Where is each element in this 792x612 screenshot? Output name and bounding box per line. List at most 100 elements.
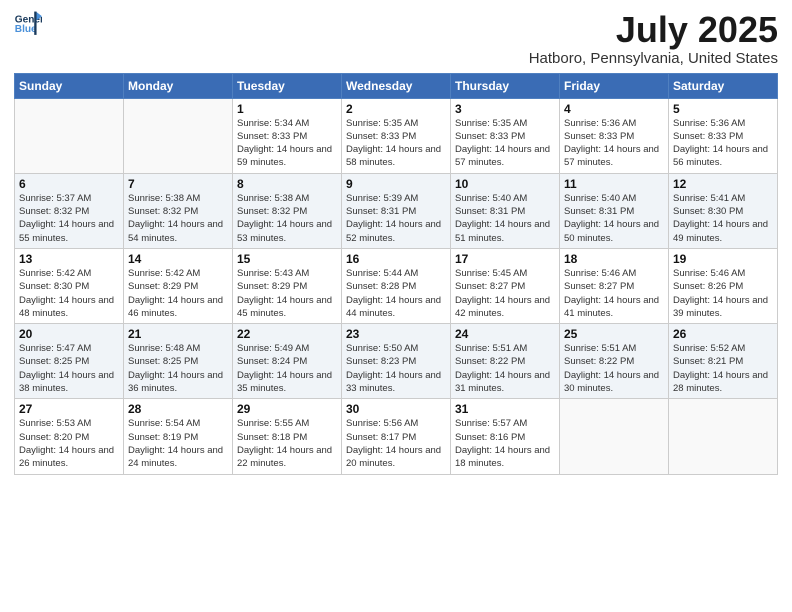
calendar-cell: 3Sunrise: 5:35 AM Sunset: 8:33 PM Daylig… <box>451 98 560 173</box>
day-info: Sunrise: 5:42 AM Sunset: 8:29 PM Dayligh… <box>128 267 228 320</box>
day-number: 2 <box>346 102 446 116</box>
day-info: Sunrise: 5:44 AM Sunset: 8:28 PM Dayligh… <box>346 267 446 320</box>
day-info: Sunrise: 5:36 AM Sunset: 8:33 PM Dayligh… <box>564 117 664 170</box>
day-number: 8 <box>237 177 337 191</box>
day-info: Sunrise: 5:35 AM Sunset: 8:33 PM Dayligh… <box>346 117 446 170</box>
day-info: Sunrise: 5:52 AM Sunset: 8:21 PM Dayligh… <box>673 342 773 395</box>
calendar-cell: 23Sunrise: 5:50 AM Sunset: 8:23 PM Dayli… <box>342 324 451 399</box>
day-number: 10 <box>455 177 555 191</box>
calendar-header-row: SundayMondayTuesdayWednesdayThursdayFrid… <box>15 73 778 98</box>
day-number: 4 <box>564 102 664 116</box>
day-info: Sunrise: 5:54 AM Sunset: 8:19 PM Dayligh… <box>128 417 228 470</box>
calendar-cell: 18Sunrise: 5:46 AM Sunset: 8:27 PM Dayli… <box>560 248 669 323</box>
day-info: Sunrise: 5:50 AM Sunset: 8:23 PM Dayligh… <box>346 342 446 395</box>
day-info: Sunrise: 5:37 AM Sunset: 8:32 PM Dayligh… <box>19 192 119 245</box>
logo-area: General Blue <box>14 10 42 38</box>
main-title: July 2025 <box>529 10 778 50</box>
calendar-cell: 25Sunrise: 5:51 AM Sunset: 8:22 PM Dayli… <box>560 324 669 399</box>
page: General Blue July 2025 Hatboro, Pennsylv… <box>0 0 792 612</box>
day-info: Sunrise: 5:42 AM Sunset: 8:30 PM Dayligh… <box>19 267 119 320</box>
calendar-cell <box>124 98 233 173</box>
calendar-cell: 6Sunrise: 5:37 AM Sunset: 8:32 PM Daylig… <box>15 173 124 248</box>
day-info: Sunrise: 5:47 AM Sunset: 8:25 PM Dayligh… <box>19 342 119 395</box>
calendar-week-row: 6Sunrise: 5:37 AM Sunset: 8:32 PM Daylig… <box>15 173 778 248</box>
day-info: Sunrise: 5:35 AM Sunset: 8:33 PM Dayligh… <box>455 117 555 170</box>
day-info: Sunrise: 5:49 AM Sunset: 8:24 PM Dayligh… <box>237 342 337 395</box>
day-number: 26 <box>673 327 773 341</box>
day-number: 29 <box>237 402 337 416</box>
day-number: 18 <box>564 252 664 266</box>
calendar-week-row: 13Sunrise: 5:42 AM Sunset: 8:30 PM Dayli… <box>15 248 778 323</box>
calendar-cell: 21Sunrise: 5:48 AM Sunset: 8:25 PM Dayli… <box>124 324 233 399</box>
calendar-cell: 7Sunrise: 5:38 AM Sunset: 8:32 PM Daylig… <box>124 173 233 248</box>
calendar-cell: 14Sunrise: 5:42 AM Sunset: 8:29 PM Dayli… <box>124 248 233 323</box>
day-number: 31 <box>455 402 555 416</box>
sub-title: Hatboro, Pennsylvania, United States <box>529 50 778 67</box>
day-number: 23 <box>346 327 446 341</box>
day-info: Sunrise: 5:43 AM Sunset: 8:29 PM Dayligh… <box>237 267 337 320</box>
logo-icon: General Blue <box>14 10 42 38</box>
day-number: 21 <box>128 327 228 341</box>
calendar-cell: 15Sunrise: 5:43 AM Sunset: 8:29 PM Dayli… <box>233 248 342 323</box>
day-number: 20 <box>19 327 119 341</box>
calendar-cell: 24Sunrise: 5:51 AM Sunset: 8:22 PM Dayli… <box>451 324 560 399</box>
day-info: Sunrise: 5:34 AM Sunset: 8:33 PM Dayligh… <box>237 117 337 170</box>
calendar-cell: 17Sunrise: 5:45 AM Sunset: 8:27 PM Dayli… <box>451 248 560 323</box>
weekday-header-tuesday: Tuesday <box>233 73 342 98</box>
day-number: 3 <box>455 102 555 116</box>
day-info: Sunrise: 5:36 AM Sunset: 8:33 PM Dayligh… <box>673 117 773 170</box>
day-number: 14 <box>128 252 228 266</box>
calendar-table: SundayMondayTuesdayWednesdayThursdayFrid… <box>14 73 778 475</box>
day-number: 28 <box>128 402 228 416</box>
day-number: 16 <box>346 252 446 266</box>
day-number: 22 <box>237 327 337 341</box>
calendar-cell: 13Sunrise: 5:42 AM Sunset: 8:30 PM Dayli… <box>15 248 124 323</box>
day-number: 12 <box>673 177 773 191</box>
calendar-cell: 12Sunrise: 5:41 AM Sunset: 8:30 PM Dayli… <box>669 173 778 248</box>
header: General Blue July 2025 Hatboro, Pennsylv… <box>14 10 778 67</box>
svg-text:Blue: Blue <box>15 24 37 35</box>
day-info: Sunrise: 5:38 AM Sunset: 8:32 PM Dayligh… <box>128 192 228 245</box>
day-info: Sunrise: 5:51 AM Sunset: 8:22 PM Dayligh… <box>455 342 555 395</box>
calendar-cell: 5Sunrise: 5:36 AM Sunset: 8:33 PM Daylig… <box>669 98 778 173</box>
day-info: Sunrise: 5:57 AM Sunset: 8:16 PM Dayligh… <box>455 417 555 470</box>
day-info: Sunrise: 5:39 AM Sunset: 8:31 PM Dayligh… <box>346 192 446 245</box>
calendar-cell: 27Sunrise: 5:53 AM Sunset: 8:20 PM Dayli… <box>15 399 124 474</box>
day-number: 6 <box>19 177 119 191</box>
calendar-cell <box>560 399 669 474</box>
weekday-header-friday: Friday <box>560 73 669 98</box>
day-number: 27 <box>19 402 119 416</box>
day-number: 11 <box>564 177 664 191</box>
day-number: 30 <box>346 402 446 416</box>
calendar-week-row: 1Sunrise: 5:34 AM Sunset: 8:33 PM Daylig… <box>15 98 778 173</box>
calendar-cell: 2Sunrise: 5:35 AM Sunset: 8:33 PM Daylig… <box>342 98 451 173</box>
weekday-header-saturday: Saturday <box>669 73 778 98</box>
calendar-cell: 30Sunrise: 5:56 AM Sunset: 8:17 PM Dayli… <box>342 399 451 474</box>
day-info: Sunrise: 5:46 AM Sunset: 8:26 PM Dayligh… <box>673 267 773 320</box>
day-info: Sunrise: 5:41 AM Sunset: 8:30 PM Dayligh… <box>673 192 773 245</box>
day-info: Sunrise: 5:55 AM Sunset: 8:18 PM Dayligh… <box>237 417 337 470</box>
day-info: Sunrise: 5:45 AM Sunset: 8:27 PM Dayligh… <box>455 267 555 320</box>
calendar-cell: 22Sunrise: 5:49 AM Sunset: 8:24 PM Dayli… <box>233 324 342 399</box>
day-info: Sunrise: 5:48 AM Sunset: 8:25 PM Dayligh… <box>128 342 228 395</box>
weekday-header-thursday: Thursday <box>451 73 560 98</box>
calendar-cell: 11Sunrise: 5:40 AM Sunset: 8:31 PM Dayli… <box>560 173 669 248</box>
day-info: Sunrise: 5:53 AM Sunset: 8:20 PM Dayligh… <box>19 417 119 470</box>
day-number: 17 <box>455 252 555 266</box>
weekday-header-monday: Monday <box>124 73 233 98</box>
day-number: 1 <box>237 102 337 116</box>
calendar-cell: 19Sunrise: 5:46 AM Sunset: 8:26 PM Dayli… <box>669 248 778 323</box>
day-info: Sunrise: 5:38 AM Sunset: 8:32 PM Dayligh… <box>237 192 337 245</box>
day-info: Sunrise: 5:56 AM Sunset: 8:17 PM Dayligh… <box>346 417 446 470</box>
day-info: Sunrise: 5:46 AM Sunset: 8:27 PM Dayligh… <box>564 267 664 320</box>
calendar-cell: 1Sunrise: 5:34 AM Sunset: 8:33 PM Daylig… <box>233 98 342 173</box>
day-number: 24 <box>455 327 555 341</box>
calendar-cell: 4Sunrise: 5:36 AM Sunset: 8:33 PM Daylig… <box>560 98 669 173</box>
calendar-week-row: 20Sunrise: 5:47 AM Sunset: 8:25 PM Dayli… <box>15 324 778 399</box>
day-info: Sunrise: 5:40 AM Sunset: 8:31 PM Dayligh… <box>564 192 664 245</box>
day-number: 19 <box>673 252 773 266</box>
calendar-cell: 29Sunrise: 5:55 AM Sunset: 8:18 PM Dayli… <box>233 399 342 474</box>
day-number: 5 <box>673 102 773 116</box>
day-info: Sunrise: 5:40 AM Sunset: 8:31 PM Dayligh… <box>455 192 555 245</box>
calendar-cell <box>15 98 124 173</box>
